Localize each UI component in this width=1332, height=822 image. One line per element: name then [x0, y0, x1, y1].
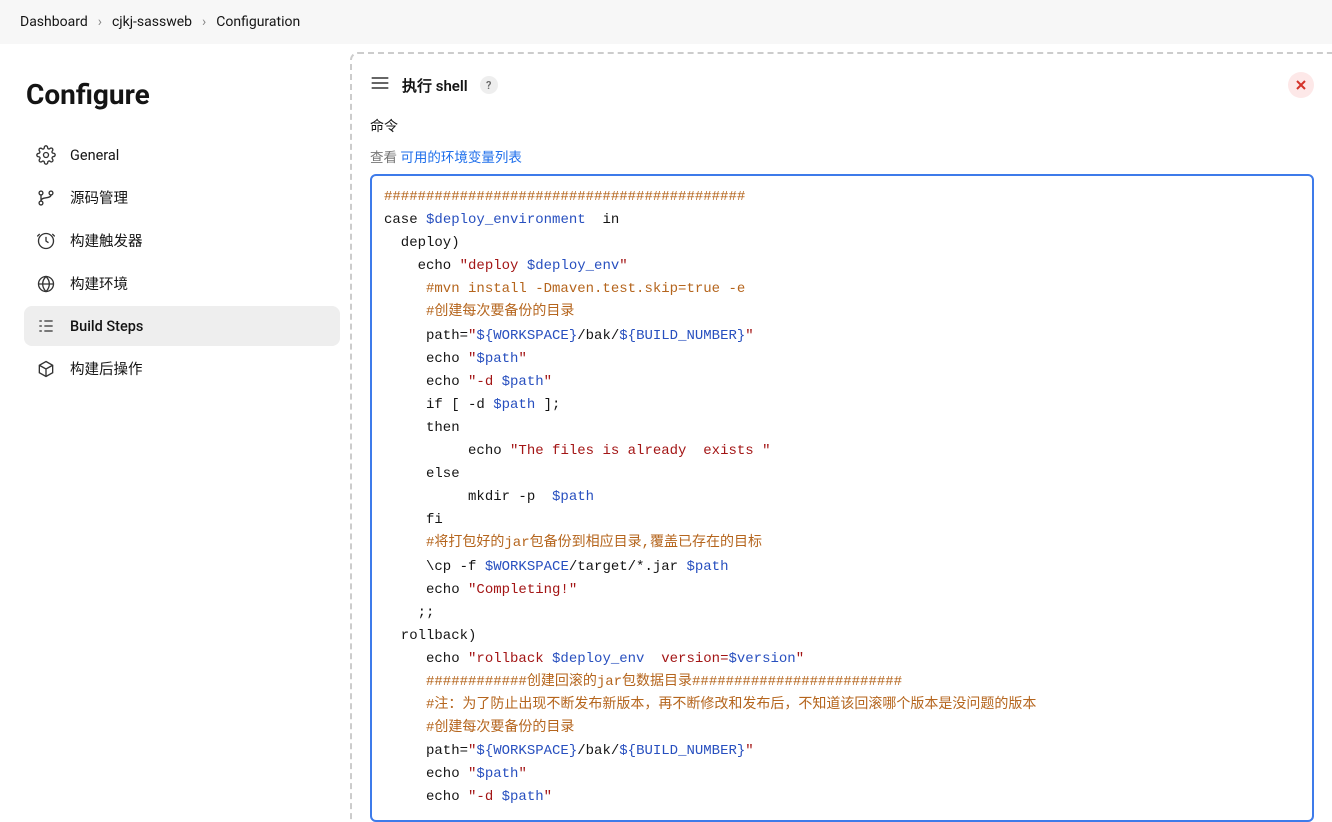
- drag-handle-icon[interactable]: [370, 75, 390, 95]
- steps-icon: [36, 316, 56, 336]
- sidebar-item-post-build[interactable]: 构建后操作: [24, 348, 340, 389]
- globe-icon: [36, 274, 56, 294]
- gear-icon: [36, 145, 56, 165]
- breadcrumb-project[interactable]: cjkj-sassweb: [112, 14, 192, 30]
- hint-prefix: 查看: [370, 150, 400, 166]
- chevron-right-icon: ›: [98, 14, 102, 30]
- sidebar-item-build-steps[interactable]: Build Steps: [24, 306, 340, 346]
- env-hint: 查看 可用的环境变量列表: [370, 146, 1314, 166]
- breadcrumb: Dashboard › cjkj-sassweb › Configuration: [0, 0, 1332, 44]
- sidebar-item-triggers[interactable]: 构建触发器: [24, 220, 340, 261]
- breadcrumb-configuration[interactable]: Configuration: [216, 14, 300, 30]
- sidebar-item-label: 构建环境: [70, 273, 128, 294]
- page-title: Configure: [26, 78, 340, 111]
- sidebar-item-scm[interactable]: 源码管理: [24, 177, 340, 218]
- breadcrumb-dashboard[interactable]: Dashboard: [20, 14, 88, 30]
- step-header: 执行 shell ?: [370, 72, 1314, 98]
- sidebar-item-general[interactable]: General: [24, 135, 340, 175]
- sidebar-item-environment[interactable]: 构建环境: [24, 263, 340, 304]
- sidebar-item-label: 构建后操作: [70, 358, 143, 379]
- env-vars-link[interactable]: 可用的环境变量列表: [400, 150, 522, 166]
- sidebar-item-label: General: [70, 147, 119, 164]
- branch-icon: [36, 188, 56, 208]
- main-panel: 执行 shell ? 命令 查看 可用的环境变量列表 #############…: [350, 52, 1332, 822]
- sidebar-item-label: Build Steps: [70, 318, 143, 335]
- sidebar: Configure General 源码管理 构建触发器 构建环境: [0, 44, 350, 822]
- package-icon: [36, 359, 56, 379]
- clock-icon: [36, 231, 56, 251]
- help-icon[interactable]: ?: [480, 76, 498, 94]
- command-label: 命令: [370, 116, 1314, 136]
- chevron-right-icon: ›: [202, 14, 206, 30]
- sidebar-item-label: 源码管理: [70, 187, 128, 208]
- step-title: 执行 shell: [402, 75, 468, 96]
- close-button[interactable]: [1288, 72, 1314, 98]
- sidebar-item-label: 构建触发器: [70, 230, 143, 251]
- command-textarea[interactable]: ########################################…: [370, 174, 1314, 822]
